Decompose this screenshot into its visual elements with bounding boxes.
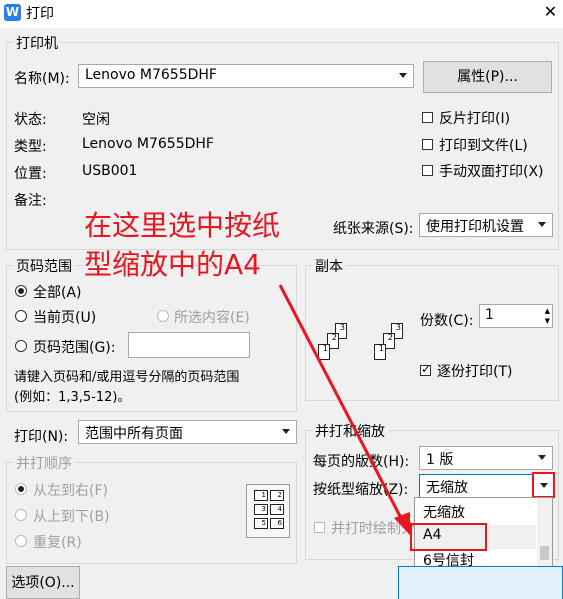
page-range-hint-2: (例如：1,3,5-12)。	[14, 390, 131, 405]
spinner-up-icon[interactable]: ▲	[545, 307, 550, 315]
chevron-down-icon	[282, 429, 290, 434]
print-what-select[interactable]: 范围中所有页面	[78, 420, 297, 444]
chevron-down-icon	[538, 455, 546, 460]
manual-duplex-label: 手动双面打印(X)	[439, 164, 544, 180]
annotation-line-2: 型缩放中的A4	[84, 248, 261, 281]
paper-source-label: 纸张来源(S):	[333, 221, 414, 237]
page-range-input[interactable]	[128, 332, 250, 358]
manual-duplex-checkbox[interactable]	[422, 165, 433, 176]
chevron-down-icon	[540, 483, 548, 488]
location-value: USB001	[82, 163, 138, 179]
type-value: Lenovo M7655DHF	[82, 136, 214, 152]
current-page-radio[interactable]	[15, 310, 27, 322]
chevron-down-icon	[538, 222, 546, 227]
type-label: 类型:	[14, 139, 47, 155]
status-label: 状态:	[14, 112, 47, 128]
wps-app-icon: W	[4, 4, 21, 21]
copies-group-label: 副本	[312, 256, 346, 276]
current-page-label: 当前页(U)	[33, 310, 97, 326]
ok-button-edge[interactable]	[398, 566, 563, 599]
printer-group-label: 打印机	[13, 33, 61, 53]
print-what-label: 打印(N):	[14, 429, 69, 445]
scale-value: 无缩放	[426, 480, 468, 496]
reverse-print-label: 反片打印(I)	[439, 111, 511, 127]
left-to-right-radio[interactable]	[15, 483, 27, 495]
repeat-label: 重复(R)	[33, 535, 82, 551]
collate-checkbox[interactable]	[420, 362, 431, 376]
selection-radio[interactable]	[157, 310, 169, 322]
window-title: 打印	[26, 6, 54, 22]
pages-per-sheet-value: 1 版	[426, 452, 454, 468]
reverse-print-checkbox[interactable]	[422, 112, 433, 123]
annotation-line-1: 在这里选中按纸	[84, 209, 281, 242]
close-icon[interactable]: ✕	[538, 0, 563, 26]
print-to-file-label: 打印到文件(L)	[439, 138, 528, 154]
printer-name-select[interactable]: Lenovo M7655DHF	[78, 64, 414, 88]
scale-dropdown-button[interactable]	[532, 472, 555, 498]
page-range-radio[interactable]	[15, 340, 27, 352]
comment-label: 备注:	[14, 193, 47, 209]
zoom-group-label: 并打和缩放	[312, 421, 388, 441]
order-preview-icon: 1 2 3 4 5 6	[246, 484, 290, 538]
draw-border-checkbox[interactable]	[314, 522, 325, 533]
paper-source-value: 使用打印机设置	[426, 219, 524, 235]
scale-label: 按纸型缩放(Z):	[313, 482, 409, 498]
copies-spinner[interactable]: 1 ▲ ▼	[479, 304, 553, 328]
selection-label: 所选内容(E)	[174, 310, 250, 326]
top-to-bottom-label: 从上到下(B)	[33, 509, 110, 525]
collate-pages-icon: 3 2 1 3 2 1	[316, 320, 406, 370]
chevron-down-icon	[399, 73, 407, 78]
print-to-file-checkbox[interactable]	[422, 139, 433, 150]
copies-value: 1	[485, 307, 494, 323]
draw-border-label: 并打时绘制分	[331, 521, 415, 537]
paper-source-select[interactable]: 使用打印机设置	[419, 213, 553, 237]
spinner-down-icon[interactable]: ▼	[545, 317, 550, 325]
options-button[interactable]: 选项(O)...	[6, 566, 80, 599]
top-to-bottom-radio[interactable]	[15, 509, 27, 521]
location-label: 位置:	[14, 166, 47, 182]
all-pages-radio[interactable]	[15, 285, 27, 297]
repeat-radio[interactable]	[15, 535, 27, 547]
order-group-label: 并打顺序	[13, 453, 75, 473]
page-range-group-label: 页码范围	[13, 256, 75, 276]
scrollbar-thumb[interactable]	[540, 546, 549, 560]
all-pages-label: 全部(A)	[33, 285, 82, 301]
scale-option-none[interactable]: 无缩放	[423, 502, 465, 522]
title-bar: W 打印 ✕	[0, 0, 563, 28]
copies-label: 份数(C):	[420, 313, 474, 329]
print-what-value: 范围中所有页面	[85, 426, 183, 442]
status-value: 空闲	[82, 112, 110, 128]
properties-button[interactable]: 属性(P)...	[423, 61, 552, 93]
printer-name-label: 名称(M):	[14, 71, 70, 87]
pages-per-sheet-label: 每页的版数(H):	[313, 454, 410, 470]
collate-label: 逐份打印(T)	[437, 364, 513, 380]
pages-per-sheet-select[interactable]: 1 版	[419, 446, 553, 470]
page-range-hint-1: 请键入页码和/或用逗号分隔的页码范围	[14, 370, 240, 385]
printer-name-value: Lenovo M7655DHF	[85, 67, 217, 83]
left-to-right-label: 从左到右(F)	[33, 483, 108, 499]
page-range-label: 页码范围(G):	[33, 340, 116, 356]
a4-highlight-box	[410, 523, 487, 551]
